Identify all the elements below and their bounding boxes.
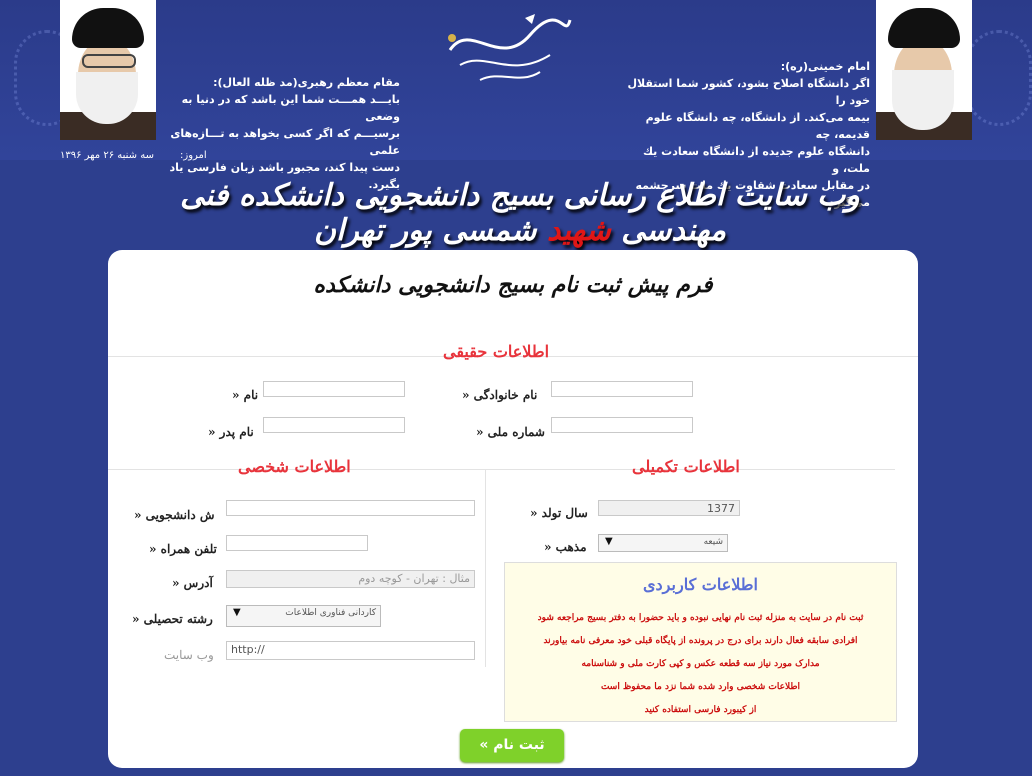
last-name-label: نام خانوادگی «: [462, 388, 538, 402]
section-personal-info: اطلاعات شخصی: [238, 457, 351, 476]
address-label: آدرس «: [172, 576, 213, 590]
leader-quote-title: مقام معظم رهبری(مد ظله العال):: [213, 76, 400, 89]
section-extra-info: اطلاعات تکمیلی: [632, 457, 740, 476]
info-box-title: اطلاعات کاربردی: [643, 575, 758, 594]
imam-portrait: [876, 0, 972, 140]
first-name-input[interactable]: [263, 381, 405, 397]
website-input[interactable]: http://: [226, 641, 475, 660]
imam-quote-line: دانشگاه علوم جدیده از دانشگاه سعادت یك م…: [642, 145, 870, 175]
info-line: اطلاعات شخصی وارد شده شما نزد ما محفوظ ا…: [600, 682, 801, 692]
today-date: سه شنبه ۲۶ مهر ۱۳۹۶: [60, 150, 154, 161]
registration-form-card: فرم پیش ثبت نام بسیج دانشجویی دانشکده اط…: [108, 250, 918, 768]
chevron-down-icon: ▼: [233, 607, 241, 618]
leader-quote-line: بایـــد همـــت شما این باشد که در دنیا ب…: [181, 93, 400, 123]
mobile-input[interactable]: [226, 535, 368, 551]
ornament-right: [966, 30, 1032, 126]
major-select[interactable]: کاردانی فناوری اطلاعات ▼: [226, 605, 381, 627]
info-line: مدارک مورد نیاز سه قطعه عکس و کپی کارت م…: [581, 659, 820, 669]
site-title-highlight: شهید: [546, 213, 611, 248]
last-name-input[interactable]: [551, 381, 693, 397]
submit-button[interactable]: ثبت نام »: [460, 729, 564, 762]
religion-select[interactable]: شیعه ▼: [598, 534, 728, 552]
today-label: امروز:: [180, 150, 207, 161]
major-label: رشته تحصیلی «: [132, 612, 213, 626]
chevron-down-icon: ▼: [605, 536, 613, 547]
form-title: فرم پیش ثبت نام بسیج دانشجویی دانشکده: [313, 272, 713, 298]
info-line: افرادی سابقه فعال دارند برای درج در پرون…: [543, 636, 858, 646]
national-id-label: شماره ملی «: [476, 425, 545, 439]
national-id-input[interactable]: [551, 417, 693, 433]
birth-year-label: سال تولد «: [530, 506, 588, 520]
address-input[interactable]: مثال : تهران - کوچه دوم: [226, 570, 475, 588]
major-value: کاردانی فناوری اطلاعات: [285, 608, 376, 618]
father-name-input[interactable]: [263, 417, 405, 433]
first-name-label: نام «: [232, 388, 259, 402]
bismillah-calligraphy-icon: [448, 14, 572, 81]
website-value: http://: [231, 643, 265, 656]
birth-year-input[interactable]: 1377: [598, 500, 740, 516]
student-id-label: ش دانشجویی «: [134, 508, 215, 522]
info-line: از کیبورد فارسی استفاده کنید: [644, 705, 757, 715]
imam-quote-title: امام خمینی(ره):: [780, 60, 870, 73]
father-name-label: نام پدر «: [208, 425, 254, 439]
religion-label: مذهب «: [544, 540, 587, 554]
mobile-label: تلفن همراه «: [149, 542, 217, 556]
leader-quote: مقام معظم رهبری(مد ظله العال): بایـــد ه…: [160, 74, 400, 193]
leader-portrait: [60, 0, 156, 140]
divider: [108, 469, 895, 470]
religion-value: شیعه: [703, 537, 723, 547]
imam-quote-line: اگر دانشگاه اصلاح بشود، کشور شما استقلال…: [627, 77, 870, 107]
column-divider: [485, 469, 486, 667]
info-box: اطلاعات کاربردی ثبت نام در سایت به منزله…: [504, 562, 897, 722]
website-label: وب سایت: [164, 648, 214, 662]
address-placeholder: مثال : تهران - کوچه دوم: [358, 572, 470, 585]
section-real-info: اطلاعات حقیقی: [443, 342, 550, 361]
birth-year-value: 1377: [707, 502, 735, 515]
imam-quote-line: بیمه می‌کند. از دانشگاه، چه دانشگاه علوم…: [645, 111, 870, 141]
site-title-part2: شمسی پور تهران: [313, 213, 537, 248]
site-title: وب سایت اطلاع رسانی بسیج دانشجویی دانشکد…: [180, 178, 860, 248]
info-line: ثبت نام در سایت به منزله ثبت نام نهایی ن…: [537, 613, 864, 623]
student-id-input[interactable]: [226, 500, 475, 516]
